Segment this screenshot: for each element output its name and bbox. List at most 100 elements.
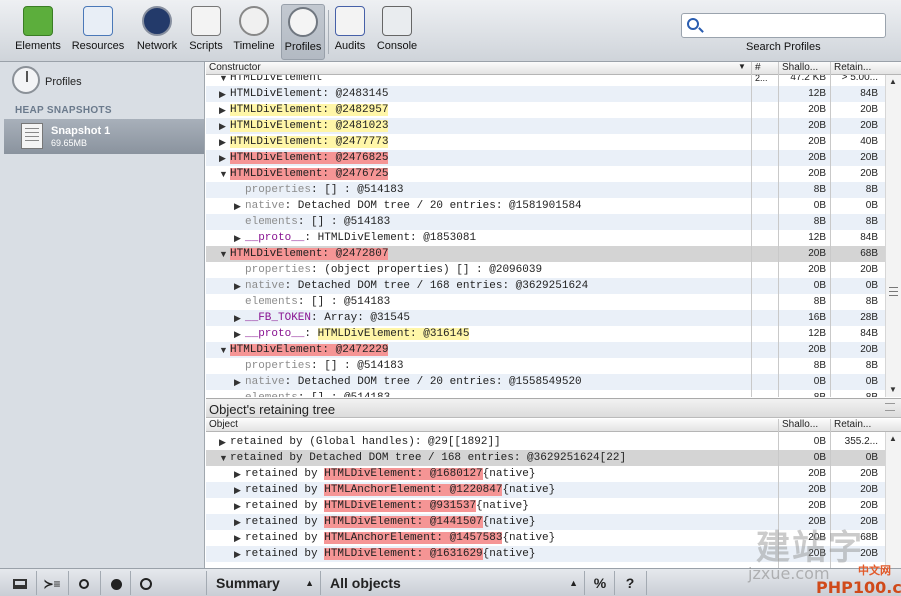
disclosure-closed-icon[interactable]: ▶ (219, 86, 229, 102)
table-row[interactable]: elements: [] : @514183 8B 8B (206, 390, 885, 397)
scroll-thumb[interactable] (889, 287, 898, 296)
disclosure-closed-icon[interactable]: ▶ (234, 326, 244, 342)
disclosure-closed-icon[interactable]: ▶ (234, 230, 244, 246)
table-row[interactable]: ▼ HTMLDivElement: @2476725 20B 20B (206, 166, 885, 182)
table-row[interactable]: ▶ HTMLDivElement: @2483145 12B 84B (206, 86, 885, 102)
row-name: retained by HTMLDivElement: @1631629{nat… (245, 546, 535, 562)
table-row[interactable]: ▶ retained by HTMLDivElement: @1441507{na… (206, 514, 885, 530)
disclosure-closed-icon[interactable]: ▶ (219, 434, 229, 450)
scroll-up-icon[interactable]: ▲ (889, 434, 897, 443)
table-row-partial[interactable]: ▼ HTMLDivElement 2... 47.2 KB > 5.00... (206, 75, 885, 86)
row-retained: 40B (860, 136, 878, 147)
disclosure-closed-icon[interactable]: ▶ (219, 102, 229, 118)
disclosure-closed-icon[interactable]: ▶ (219, 134, 229, 150)
disclosure-closed-icon[interactable]: ▶ (219, 118, 229, 134)
timeline-button[interactable]: Timeline (230, 6, 278, 60)
column-shallow[interactable]: Shallo... (782, 419, 818, 430)
table-row[interactable]: elements: [] : @514183 8B 8B (206, 214, 885, 230)
sort-arrow-icon[interactable]: ▼ (738, 62, 746, 71)
resize-grip-icon[interactable] (885, 403, 895, 411)
network-icon (142, 6, 172, 36)
column-count[interactable]: # (755, 62, 761, 73)
row-name: retained by HTMLAnchorElement: @1220847{… (245, 482, 555, 498)
disclosure-open-icon[interactable]: ▼ (219, 166, 229, 182)
column-shallow[interactable]: Shallo... (782, 62, 818, 73)
table-row[interactable]: ▶ __proto__: HTMLDivElement: @316145 12B 84… (206, 326, 885, 342)
scripts-button[interactable]: Scripts (184, 6, 228, 60)
table-row[interactable]: ▶ HTMLDivElement: @2477773 20B 40B (206, 134, 885, 150)
filter-select-value: All objects (330, 575, 401, 591)
disclosure-closed-icon[interactable]: ▶ (234, 482, 244, 498)
column-object[interactable]: Object (209, 419, 238, 430)
retaining-tree-titlebar[interactable]: Object's retaining tree (206, 398, 901, 418)
filter-select[interactable]: All objects ▲ (330, 573, 582, 593)
constructor-table-header: Constructor ▼ # Shallo... Retain... (206, 62, 901, 75)
elements-button[interactable]: Elements (10, 6, 66, 60)
table-row[interactable]: ▼ HTMLDivElement: @2472229 20B 20B (206, 342, 885, 358)
record-button[interactable] (102, 572, 130, 594)
disclosure-closed-icon[interactable]: ▶ (234, 374, 244, 390)
row-name-part: : [] : @514183 (311, 184, 404, 196)
table-row[interactable]: properties: [] : @514183 8B 8B (206, 182, 885, 198)
column-retained[interactable]: Retain... (834, 62, 871, 73)
console-button[interactable]: Console (373, 6, 421, 60)
table-row[interactable]: ▶ retained by (Global handles): @29[[1892… (206, 434, 885, 450)
row-name-part: HTMLDivElement: @2481023 (230, 120, 389, 132)
disclosure-closed-icon[interactable]: ▶ (219, 150, 229, 166)
network-button[interactable]: Network (132, 6, 182, 60)
table-row[interactable]: ▶ retained by HTMLDivElement: @1680127{na… (206, 466, 885, 482)
disclosure-open-icon[interactable]: ▼ (219, 342, 229, 358)
lower-scrollbar[interactable]: ▲ (885, 432, 901, 568)
table-row[interactable]: ▶ HTMLDivElement: @2476825 20B 20B (206, 150, 885, 166)
table-row[interactable]: ▶ HTMLDivElement: @2482957 20B 20B (206, 102, 885, 118)
table-row[interactable]: ▶ HTMLDivElement: @2481023 20B 20B (206, 118, 885, 134)
table-row[interactable]: ▶ native: Detached DOM tree / 20 entries:… (206, 198, 885, 214)
view-select[interactable]: Summary ▲ (216, 573, 318, 593)
scroll-up-icon[interactable]: ▲ (889, 77, 897, 86)
disclosure-closed-icon[interactable]: ▶ (234, 498, 244, 514)
table-row[interactable]: ▶ native: Detached DOM tree / 168 entries… (206, 278, 885, 294)
search-button[interactable] (70, 572, 98, 594)
row-name: retained by HTMLDivElement: @931537{nati… (245, 498, 529, 514)
row-name: retained by HTMLDivElement: @1441507{nat… (245, 514, 535, 530)
disclosure-closed-icon[interactable]: ▶ (234, 546, 244, 562)
table-row[interactable]: ▶ native: Detached DOM tree / 20 entries:… (206, 374, 885, 390)
table-row[interactable]: ▼ HTMLDivElement: @2472807 20B 68B (206, 246, 885, 262)
disclosure-closed-icon[interactable]: ▶ (234, 310, 244, 326)
sidebar-item-snapshot[interactable]: Snapshot 1 69.65MB (4, 119, 204, 154)
search-input[interactable] (681, 13, 886, 38)
disclosure-closed-icon[interactable]: ▶ (234, 514, 244, 530)
percent-button[interactable]: % (586, 572, 614, 594)
disclosure-closed-icon[interactable]: ▶ (234, 278, 244, 294)
table-row[interactable]: ▶ retained by HTMLAnchorElement: @1220847… (206, 482, 885, 498)
help-button[interactable]: ? (616, 572, 644, 594)
resources-button[interactable]: Resources (68, 6, 128, 60)
console-toggle-button[interactable]: ≻≡ (38, 572, 66, 594)
table-row[interactable]: properties: (object properties) [] : @20… (206, 262, 885, 278)
disclosure-open-icon[interactable]: ▼ (219, 246, 229, 262)
row-name-part: : [] : @514183 (311, 360, 404, 372)
disclosure-closed-icon[interactable]: ▶ (234, 466, 244, 482)
table-row[interactable]: ▶ retained by HTMLDivElement: @931537{nat… (206, 498, 885, 514)
upper-scrollbar[interactable]: ▲ ▼ (885, 75, 901, 397)
row-name-part: retained by (245, 468, 325, 480)
statusbar-divider (68, 571, 69, 595)
table-row[interactable]: ▶ __FB_TOKEN: Array: @31545 16B 28B (206, 310, 885, 326)
audits-button[interactable]: Audits (331, 6, 369, 60)
row-name-part: properties (245, 184, 312, 196)
table-row[interactable]: ▶ retained by HTMLAnchorElement: @1457583… (206, 530, 885, 546)
profiles-button[interactable]: Profiles (281, 4, 325, 60)
clear-button[interactable] (132, 572, 160, 594)
disclosure-closed-icon[interactable]: ▶ (234, 530, 244, 546)
table-row[interactable]: ▼ retained by Detached DOM tree / 168 ent… (206, 450, 885, 466)
column-constructor[interactable]: Constructor (209, 62, 261, 73)
table-row[interactable]: properties: [] : @514183 8B 8B (206, 358, 885, 374)
disclosure-closed-icon[interactable]: ▶ (234, 198, 244, 214)
table-row[interactable]: ▶ __proto__: HTMLDivElement: @1853081 12B 8… (206, 230, 885, 246)
dock-button[interactable] (6, 572, 34, 594)
table-row[interactable]: ▶ retained by HTMLDivElement: @1631629{na… (206, 546, 885, 562)
table-row[interactable]: elements: [] : @514183 8B 8B (206, 294, 885, 310)
column-retained[interactable]: Retain... (834, 419, 871, 430)
disclosure-open-icon[interactable]: ▼ (219, 450, 229, 466)
scroll-down-icon[interactable]: ▼ (889, 385, 897, 394)
